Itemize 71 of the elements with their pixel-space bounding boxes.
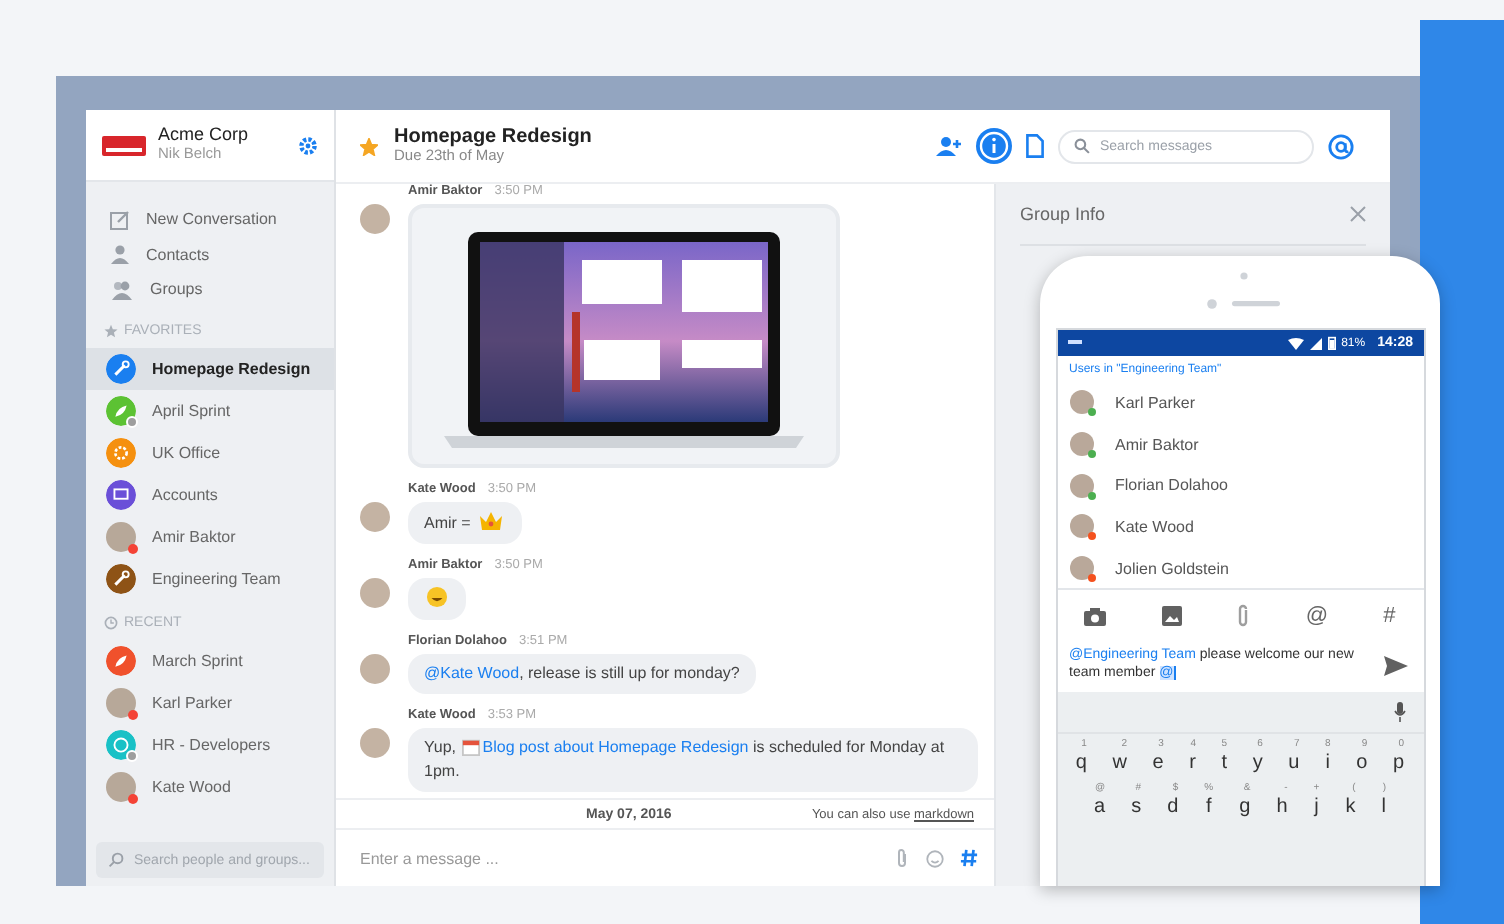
avatar-photo-placeholder <box>1069 432 1093 457</box>
star-icon[interactable] <box>360 137 378 155</box>
group-icon <box>110 279 134 300</box>
message-link[interactable]: @Kate Wood <box>424 664 520 682</box>
conversation-item[interactable]: Homepage Redesign <box>86 347 334 389</box>
close-icon[interactable] <box>1350 206 1366 222</box>
avatar-photo-placeholder <box>360 654 390 684</box>
avatar-photo-placeholder <box>360 502 390 532</box>
conversation-item[interactable]: UK Office <box>86 431 334 473</box>
avatar-photo-placeholder <box>106 771 136 801</box>
user-list-item[interactable]: Florian Dolahoo <box>1069 464 1423 507</box>
camera-icon[interactable] <box>1084 607 1107 626</box>
avatar-photo-placeholder <box>360 728 390 758</box>
image-icon[interactable] <box>1161 606 1182 627</box>
avatar-photo-placeholder <box>1069 514 1093 539</box>
search-icon <box>108 852 124 868</box>
message-text: Amir = <box>424 514 506 532</box>
avatar-photo-placeholder <box>106 687 136 717</box>
conversation-item[interactable]: Accounts <box>86 473 334 515</box>
send-icon[interactable] <box>1383 655 1407 676</box>
microphone-icon[interactable] <box>1393 702 1405 723</box>
battery-icon <box>1327 336 1336 350</box>
avatar-photo-placeholder <box>360 578 390 608</box>
star-icon <box>104 323 118 337</box>
conversation-item[interactable]: April Sprint <box>86 389 334 431</box>
compose-icon <box>110 209 130 230</box>
wifi-icon <box>1287 337 1304 349</box>
add-person-icon[interactable] <box>936 136 962 156</box>
panel-title: Group Info <box>1020 204 1106 224</box>
file-icon[interactable] <box>1026 134 1044 158</box>
smile-emoji-icon <box>426 586 448 608</box>
conversation-item[interactable]: HR - Developers <box>86 723 334 765</box>
paperclip-icon[interactable] <box>1236 604 1251 629</box>
hashtag-icon[interactable] <box>960 848 978 868</box>
message-input-field[interactable]: Enter a message ... <box>360 849 878 867</box>
avatar-photo-placeholder <box>1069 473 1093 498</box>
avatar-photo-placeholder <box>106 521 136 551</box>
avatar-photo-placeholder <box>1069 556 1093 581</box>
nav-item[interactable]: New Conversation <box>86 202 334 237</box>
conversation-item[interactable]: Engineering Team <box>86 557 334 599</box>
crown-emoji-icon <box>477 510 504 532</box>
info-icon[interactable] <box>976 128 1012 164</box>
person-icon <box>110 244 130 265</box>
calendar-icon <box>462 738 481 756</box>
notification-icon <box>1067 339 1081 347</box>
toolbar-symbol[interactable]: # <box>1383 604 1396 629</box>
nav-item[interactable]: Groups <box>86 272 334 307</box>
logo-icon <box>102 135 146 155</box>
search-icon <box>1074 138 1090 154</box>
conversation-item[interactable]: Kate Wood <box>86 765 334 807</box>
conversation-item[interactable]: March Sprint <box>86 639 334 681</box>
user-list-item[interactable]: Amir Baktor <box>1069 423 1423 465</box>
clock-icon <box>104 615 118 629</box>
avatar-photo-placeholder <box>1069 390 1093 415</box>
message-text: @Kate Wood, release is still up for monday? <box>424 664 740 682</box>
workspace-name: Acme Corp <box>158 126 251 147</box>
user-list-item[interactable]: Karl Parker <box>1069 382 1423 424</box>
signal-icon <box>1309 337 1322 349</box>
avatar-photo-placeholder <box>360 204 390 234</box>
conversation-item[interactable]: Amir Baktor <box>86 515 334 557</box>
mention-icon[interactable] <box>1328 133 1354 159</box>
nav-item[interactable]: Contacts <box>86 237 334 272</box>
paperclip-icon[interactable] <box>894 848 910 868</box>
message-text: Yup, Blog post about Homepage Redesign is scheduled for Monday at 1pm. <box>424 738 945 780</box>
toolbar-symbol[interactable]: @ <box>1305 604 1329 629</box>
user-list-item[interactable]: Kate Wood <box>1069 506 1423 548</box>
emoji-icon[interactable] <box>926 849 944 867</box>
conversation-title: Homepage Redesign <box>394 125 592 149</box>
conversation-item[interactable]: Karl Parker <box>86 681 334 723</box>
settings-icon[interactable] <box>298 135 318 155</box>
user-list-item[interactable]: Jolien Goldstein <box>1069 547 1423 589</box>
